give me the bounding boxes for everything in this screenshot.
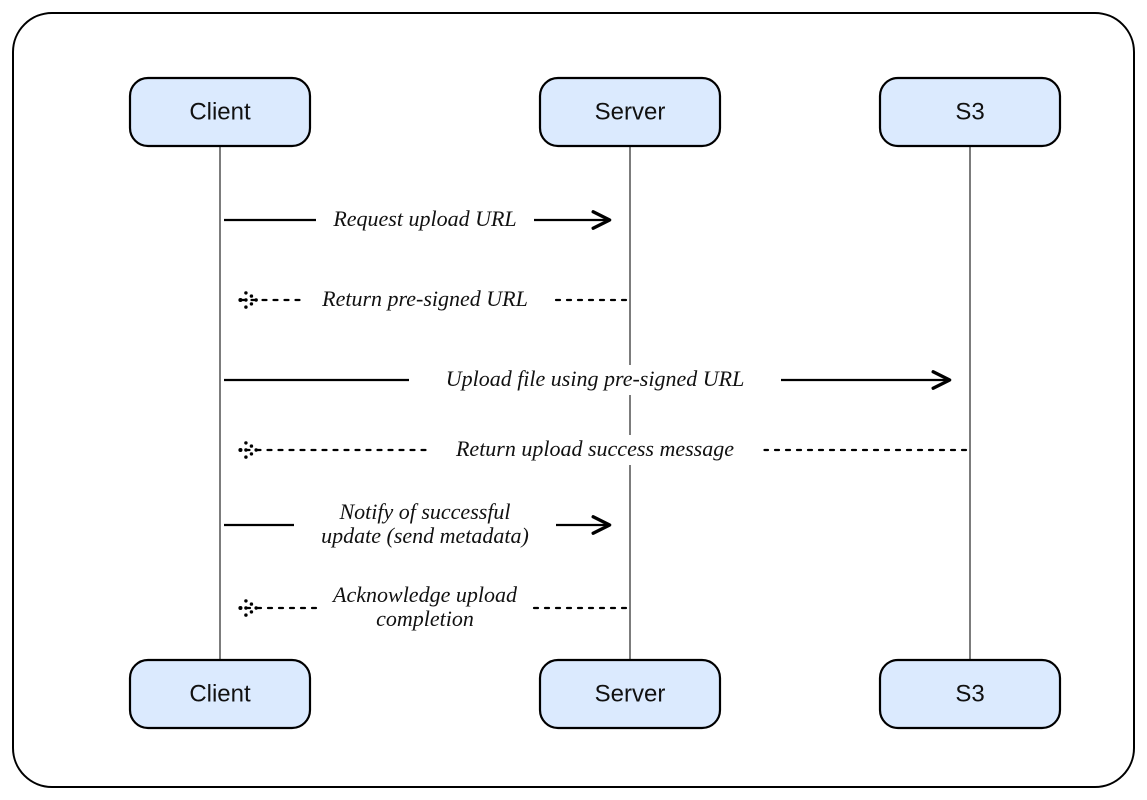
- participant-label-server-bottom: Server: [595, 680, 666, 707]
- participant-s3-top: S3: [880, 78, 1060, 146]
- message-5: Acknowledge uploadcompletion: [242, 581, 626, 635]
- sequence-diagram-svg: Client Server S3 Client Server S3 Request uplo…: [0, 0, 1147, 800]
- message-label-0: Request upload URL: [332, 206, 516, 231]
- participant-label-server-top: Server: [595, 98, 666, 125]
- diagram-stage: Client Server S3 Client Server S3 Request uplo…: [0, 0, 1147, 800]
- message-label-1: Return pre-signed URL: [321, 286, 528, 311]
- message-label-4: Notify of successfulupdate (send metadat…: [321, 499, 529, 548]
- participant-server-bottom: Server: [540, 660, 720, 728]
- message-label-3: Return upload success message: [455, 436, 734, 461]
- participant-label-client-bottom: Client: [189, 680, 251, 707]
- participant-server-top: Server: [540, 78, 720, 146]
- message-0: Request upload URL: [224, 205, 608, 235]
- participant-label-s3-top: S3: [955, 98, 984, 125]
- participant-client-top: Client: [130, 78, 310, 146]
- message-2: Upload file using pre-signed URL: [224, 365, 948, 395]
- message-3: Return upload success message: [242, 435, 966, 465]
- participant-s3-bottom: S3: [880, 660, 1060, 728]
- participant-label-client-top: Client: [189, 98, 251, 125]
- message-1: Return pre-signed URL: [242, 285, 626, 315]
- participant-label-s3-bottom: S3: [955, 680, 984, 707]
- message-4: Notify of successfulupdate (send metadat…: [224, 498, 608, 552]
- message-label-2: Upload file using pre-signed URL: [446, 366, 745, 391]
- participant-client-bottom: Client: [130, 660, 310, 728]
